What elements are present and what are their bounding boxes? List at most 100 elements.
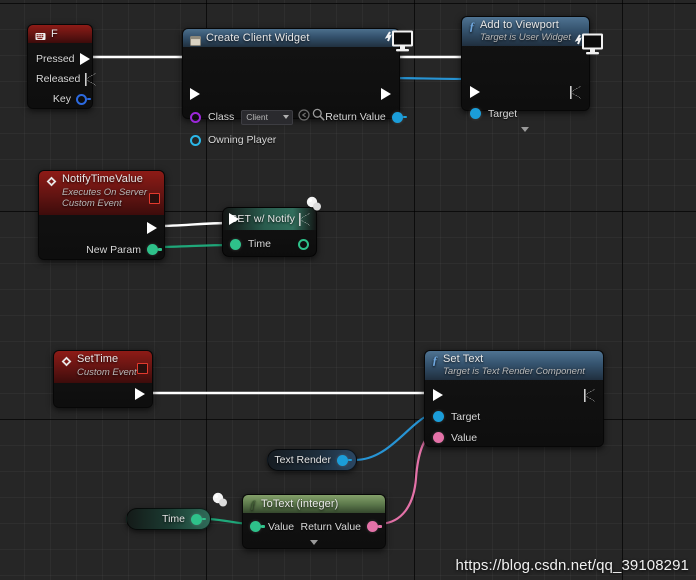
exec-pin-in[interactable] — [190, 87, 201, 101]
pin-row-exec[interactable] — [183, 83, 399, 105]
node-header: ƒ Set Text Target is Text Render Compone… — [425, 351, 603, 380]
node-header: ƒ Add to Viewport Target is User Widget — [462, 17, 589, 46]
node-pin-rows: Value Return Value — [243, 513, 385, 543]
wire-data-returnvalue-to-target — [388, 76, 469, 81]
wire-data-textrender-to-target — [354, 412, 433, 462]
blueprint-graph-canvas[interactable]: F Pressed Released Key Create Client Wid… — [0, 0, 696, 580]
node-title: Add to Viewport — [480, 19, 559, 31]
pin-label-target: Target — [451, 410, 481, 423]
class-dropdown-value: Client — [246, 112, 268, 122]
pin-row-time[interactable]: Time — [223, 233, 316, 255]
node-subtitle: Custom Event — [77, 367, 137, 378]
node-expander[interactable] — [243, 540, 385, 545]
pin-label-value: Value — [268, 520, 295, 533]
data-pin-target[interactable] — [433, 411, 444, 422]
exec-pin-in[interactable] — [229, 213, 240, 226]
data-pin-owning-player[interactable] — [190, 134, 201, 146]
pin-row-new-param[interactable]: New Param — [39, 239, 164, 260]
wire-data-totext-to-value — [377, 433, 433, 526]
widget-icon — [190, 33, 201, 46]
class-dropdown[interactable]: Client — [241, 109, 294, 125]
node-expander[interactable] — [462, 127, 589, 132]
pin-row-key[interactable]: Key — [28, 89, 92, 109]
pin-row-exec[interactable] — [462, 81, 589, 103]
replication-box-icon[interactable] — [137, 363, 148, 374]
node-input-f[interactable]: F Pressed Released Key — [27, 24, 93, 109]
data-pin-return-value[interactable] — [391, 111, 407, 123]
node-add-to-viewport[interactable]: ƒ Add to Viewport Target is User Widget — [461, 16, 603, 132]
node-set-text[interactable]: ƒ Set Text Target is Text Render Compone… — [424, 350, 604, 447]
exec-pin-out[interactable] — [381, 87, 392, 101]
pin-row-exec-out[interactable] — [39, 217, 164, 239]
node-header: F — [28, 25, 92, 43]
pin-row-class[interactable]: Class Client Return Value — [183, 105, 407, 129]
variable-orb-icon — [305, 196, 321, 211]
pin-label-owning-player: Owning Player — [208, 134, 277, 146]
node-set-time[interactable]: SetTime Custom Event — [53, 350, 153, 408]
function-f-icon: ƒ — [469, 19, 475, 33]
node-notify-time-value[interactable]: NotifyTimeValue Executes On Server Custo… — [38, 170, 165, 260]
data-pin-value[interactable] — [433, 432, 444, 443]
node-subtitle: Target is Text Render Component — [443, 366, 585, 377]
node-pin-rows: Target — [462, 77, 589, 130]
replication-box-icon[interactable] — [149, 193, 160, 204]
exec-pin-in[interactable] — [470, 85, 481, 99]
data-pin-target[interactable] — [470, 108, 481, 119]
pin-row-value[interactable]: Value Return Value — [243, 516, 385, 537]
node-subtitle-1: Executes On Server — [62, 187, 148, 198]
find-asset-icon[interactable] — [312, 108, 325, 126]
node-title: NotifyTimeValue — [62, 173, 143, 185]
pin-row-exec-out[interactable] — [54, 383, 152, 405]
node-header: Create Client Widget — [183, 29, 399, 47]
data-pin-time-in[interactable] — [230, 238, 241, 250]
pin-row-exec[interactable] — [425, 384, 603, 406]
node-subtitle-2: Custom Event — [62, 198, 122, 209]
pin-row-target[interactable]: Target — [462, 103, 589, 124]
data-pin-time-out[interactable] — [298, 238, 309, 250]
pin-row-target[interactable]: Target — [425, 406, 603, 427]
node-pin-rows: Target Value — [425, 380, 603, 454]
data-pin-new-param[interactable] — [147, 244, 162, 255]
pin-label-return-value: Return Value — [325, 111, 386, 123]
keyboard-icon — [35, 29, 46, 40]
exec-pin-released[interactable] — [85, 73, 96, 86]
pin-row-owning-player[interactable]: Owning Player — [183, 129, 399, 151]
node-pin-rows: Class Client Return Value Owning Player — [183, 78, 407, 157]
pin-row-released[interactable]: Released — [28, 69, 92, 89]
custom-event-diamond-icon — [61, 354, 72, 367]
node-title: Set Text — [443, 353, 484, 365]
node-create-client-widget[interactable]: Create Client Widget Class Client Return… — [182, 28, 413, 146]
pin-label-value: Value — [451, 431, 478, 444]
data-pin-key[interactable] — [76, 93, 91, 105]
pin-row-value[interactable]: Value — [425, 427, 603, 448]
exec-pin-out[interactable] — [147, 221, 158, 235]
node-title: SetTime — [77, 353, 119, 365]
node-text-render-variable[interactable]: Text Render — [267, 449, 357, 471]
data-pin-value-in[interactable] — [250, 521, 265, 532]
node-pin-rows: New Param — [39, 215, 164, 266]
wire-exec-notify-to-set — [157, 221, 233, 228]
node-title: ToText (integer) — [261, 497, 339, 510]
node-to-text-integer[interactable]: ƒ ToText (integer) Value Return Value — [242, 494, 386, 549]
data-pin-return-value[interactable] — [367, 521, 382, 532]
node-subtitle: Target is User Widget — [480, 32, 571, 43]
chevron-down-icon — [283, 115, 290, 119]
node-header: ƒ ToText (integer) — [243, 495, 385, 513]
exec-pin-pressed[interactable] — [79, 52, 91, 66]
node-set-w-notify[interactable]: SET w/ Notify Time — [222, 196, 321, 257]
pin-label-released: Released — [36, 73, 81, 85]
exec-pin-out[interactable] — [135, 387, 146, 401]
browse-asset-icon[interactable] — [298, 108, 310, 126]
exec-pin-out[interactable] — [584, 389, 595, 402]
pin-row-pressed[interactable]: Pressed — [28, 49, 92, 69]
variable-label-time: Time — [162, 513, 185, 525]
data-pin-time-out[interactable] — [191, 513, 206, 525]
exec-pin-out[interactable] — [570, 86, 581, 99]
node-time-variable[interactable]: Time — [126, 508, 211, 530]
variable-orb-icon — [211, 492, 227, 507]
pin-label-pressed: Pressed — [36, 53, 75, 65]
data-pin-text-render-out[interactable] — [337, 454, 352, 466]
exec-pin-out[interactable] — [299, 213, 310, 226]
exec-pin-in[interactable] — [433, 388, 444, 402]
data-pin-class[interactable] — [190, 111, 201, 123]
